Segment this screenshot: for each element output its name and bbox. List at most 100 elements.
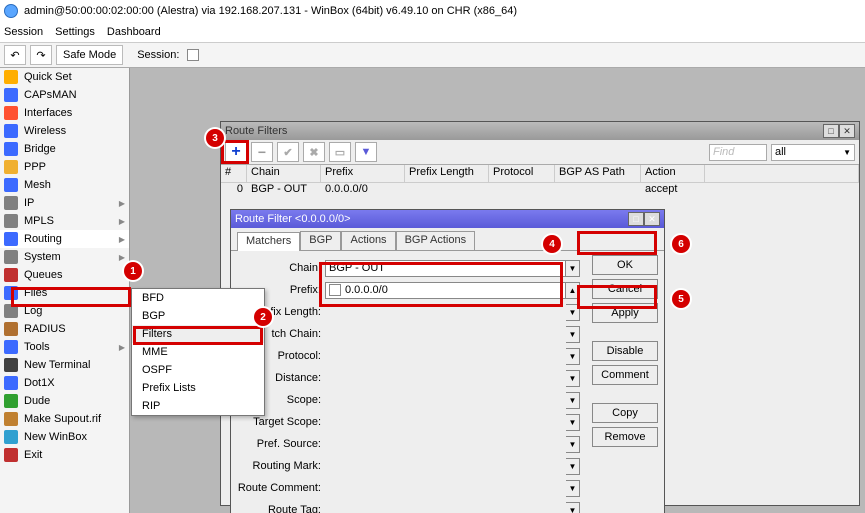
tab-actions[interactable]: Actions (341, 231, 395, 250)
submenu-filters[interactable]: Filters (132, 325, 264, 343)
route-filters-title: Route Filters (225, 125, 287, 137)
expand-icon[interactable]: ▼ (566, 502, 580, 513)
filter-dropdown[interactable]: all▼ (771, 144, 855, 161)
find-input[interactable]: Find (709, 144, 767, 161)
menu-session[interactable]: Session (4, 26, 43, 38)
expand-icon[interactable]: ▼ (566, 370, 580, 387)
sidebar-item-system[interactable]: System▶ (0, 248, 129, 266)
col-aspath[interactable]: BGP AS Path (555, 165, 641, 183)
submenu-prefix-lists[interactable]: Prefix Lists (132, 379, 264, 397)
sidebar-item-wireless[interactable]: Wireless (0, 122, 129, 140)
sidebar-item-mpls[interactable]: MPLS▶ (0, 212, 129, 230)
sidebar-item-capsman[interactable]: CAPsMAN (0, 86, 129, 104)
menu-dashboard[interactable]: Dashboard (107, 26, 161, 38)
expand-icon[interactable]: ▼ (566, 436, 580, 453)
route-filter-tabs: Matchers BGP Actions BGP Actions (231, 228, 664, 250)
redo-button[interactable]: ↷ (30, 45, 52, 65)
enable-button[interactable]: ✔ (277, 142, 299, 162)
field-psrc: Pref. Source:▼ (237, 433, 580, 455)
disable-button[interactable]: Disable (592, 341, 658, 361)
chain-input[interactable]: BGP - OUT (325, 260, 566, 277)
session-checkbox[interactable] (187, 49, 199, 61)
cancel-button[interactable]: Cancel (592, 279, 658, 299)
route-filter-titlebar[interactable]: Route Filter <0.0.0.0/0> □ ✕ (231, 210, 664, 228)
sidebar-item-tools[interactable]: Tools▶ (0, 338, 129, 356)
sidebar-item-mesh[interactable]: Mesh (0, 176, 129, 194)
submenu-rip[interactable]: RIP (132, 397, 264, 415)
apply-button[interactable]: Apply (592, 303, 658, 323)
prefix-input[interactable]: 0.0.0.0/0 (325, 282, 566, 299)
submenu-bfd[interactable]: BFD (132, 289, 264, 307)
sidebar-item-radius[interactable]: RADIUS (0, 320, 129, 338)
expand-icon[interactable]: ▼ (566, 326, 580, 343)
safe-mode-button[interactable]: Safe Mode (56, 45, 123, 65)
sidebar-item-ppp[interactable]: PPP (0, 158, 129, 176)
expand-icon[interactable]: ▼ (566, 348, 580, 365)
undo-button[interactable]: ↶ (4, 45, 26, 65)
col-chain[interactable]: Chain (247, 165, 321, 183)
tab-matchers[interactable]: Matchers (237, 232, 300, 251)
close-icon[interactable]: ✕ (839, 124, 855, 138)
submenu-mme[interactable]: MME (132, 343, 264, 361)
minimize-icon[interactable]: □ (628, 212, 644, 226)
expand-icon[interactable]: ▼ (566, 480, 580, 497)
sidebar-item-files[interactable]: Files (0, 284, 129, 302)
menu-settings[interactable]: Settings (55, 26, 95, 38)
tab-bgp-actions[interactable]: BGP Actions (396, 231, 476, 250)
filter-button[interactable]: ▼ (355, 142, 377, 162)
tab-bgp[interactable]: BGP (300, 231, 341, 250)
col-num[interactable]: # (221, 165, 247, 183)
comment-button[interactable]: ▭ (329, 142, 351, 162)
disable-button[interactable]: ✖ (303, 142, 325, 162)
menu-icon (4, 70, 18, 84)
prefix-up-icon[interactable]: ▲ (566, 282, 580, 299)
copy-button[interactable]: Copy (592, 403, 658, 423)
col-prefix[interactable]: Prefix (321, 165, 405, 183)
route-filter-buttons: OK Cancel Apply Disable Comment Copy Remove (586, 251, 664, 513)
sidebar-item-new-winbox[interactable]: New WinBox (0, 428, 129, 446)
col-prefixlen[interactable]: Prefix Length (405, 165, 489, 183)
sidebar-item-dude[interactable]: Dude (0, 392, 129, 410)
minimize-icon[interactable]: □ (823, 124, 839, 138)
submenu-bgp[interactable]: BGP (132, 307, 264, 325)
sidebar-item-interfaces[interactable]: Interfaces (0, 104, 129, 122)
menu-icon (4, 430, 18, 444)
col-protocol[interactable]: Protocol (489, 165, 555, 183)
prefix-checkbox[interactable] (329, 284, 341, 296)
route-filters-titlebar[interactable]: Route Filters □ ✕ (221, 122, 859, 140)
menu-icon (4, 322, 18, 336)
expand-icon[interactable]: ▼ (566, 304, 580, 321)
chevron-right-icon: ▶ (119, 199, 125, 208)
add-button[interactable]: + (225, 142, 247, 162)
remove-button[interactable]: − (251, 142, 273, 162)
field-pl: fix Length:▼ (237, 301, 580, 323)
menu-icon (4, 286, 18, 300)
submenu-ospf[interactable]: OSPF (132, 361, 264, 379)
sidebar-item-exit[interactable]: Exit (0, 446, 129, 464)
sidebar-item-make-supout-rif[interactable]: Make Supout.rif (0, 410, 129, 428)
chevron-right-icon: ▶ (119, 253, 125, 262)
close-icon[interactable]: ✕ (644, 212, 660, 226)
sidebar-item-routing[interactable]: Routing▶ (0, 230, 129, 248)
sidebar-item-queues[interactable]: Queues (0, 266, 129, 284)
sidebar-item-dot1x[interactable]: Dot1X (0, 374, 129, 392)
badge-2: 2 (254, 308, 272, 326)
sidebar-item-quick-set[interactable]: Quick Set (0, 68, 129, 86)
menu-icon (4, 178, 18, 192)
sidebar-item-ip[interactable]: IP▶ (0, 194, 129, 212)
sidebar-item-bridge[interactable]: Bridge (0, 140, 129, 158)
expand-icon[interactable]: ▼ (566, 392, 580, 409)
expand-icon[interactable]: ▼ (566, 414, 580, 431)
sidebar-item-log[interactable]: Log (0, 302, 129, 320)
sidebar-item-new-terminal[interactable]: New Terminal (0, 356, 129, 374)
badge-6: 6 (672, 235, 690, 253)
expand-icon[interactable]: ▼ (566, 458, 580, 475)
remove-button[interactable]: Remove (592, 427, 658, 447)
sidebar: Quick SetCAPsMANInterfacesWirelessBridge… (0, 68, 130, 513)
chain-dropdown-icon[interactable]: ▼ (566, 260, 580, 277)
col-action[interactable]: Action (641, 165, 705, 183)
menu-icon (4, 214, 18, 228)
comment-button[interactable]: Comment (592, 365, 658, 385)
ok-button[interactable]: OK (592, 255, 658, 275)
table-row[interactable]: 0 BGP - OUT 0.0.0.0/0 accept (221, 183, 859, 199)
